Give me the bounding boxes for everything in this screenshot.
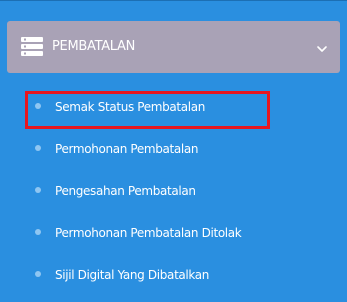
pembatalan-menu-header[interactable]: PEMBATALAN [7, 21, 340, 73]
chevron-down-icon[interactable] [316, 40, 328, 52]
bullet-icon [35, 145, 41, 151]
bullet-icon [35, 271, 41, 277]
submenu-item-permohonan-pembatalan[interactable]: Permohonan Pembatalan [0, 129, 347, 169]
submenu-item-pengesahan-pembatalan[interactable]: Pengesahan Pembatalan [0, 171, 347, 211]
submenu-item-label: Sijil Digital Yang Dibatalkan [55, 268, 210, 282]
submenu-item-semak-status-pembatalan[interactable]: Semak Status Pembatalan [0, 87, 347, 127]
submenu-item-label: Pengesahan Pembatalan [55, 184, 196, 198]
submenu-item-label: Semak Status Pembatalan [55, 100, 206, 114]
sidebar-panel: PEMBATALAN Semak Status Pembatalan Permo… [0, 0, 347, 302]
submenu-item-label: Permohonan Pembatalan [55, 142, 199, 156]
submenu-item-label: Permohonan Pembatalan Ditolak [55, 226, 242, 240]
submenu-item-sijil-digital-yang-dibatalkan[interactable]: Sijil Digital Yang Dibatalkan [0, 255, 347, 295]
bullet-icon [35, 229, 41, 235]
bullet-icon [35, 103, 41, 109]
bullet-icon [35, 187, 41, 193]
menu-title: PEMBATALAN [52, 39, 136, 54]
submenu-item-permohonan-pembatalan-ditolak[interactable]: Permohonan Pembatalan Ditolak [0, 213, 347, 253]
list-icon [21, 37, 43, 56]
